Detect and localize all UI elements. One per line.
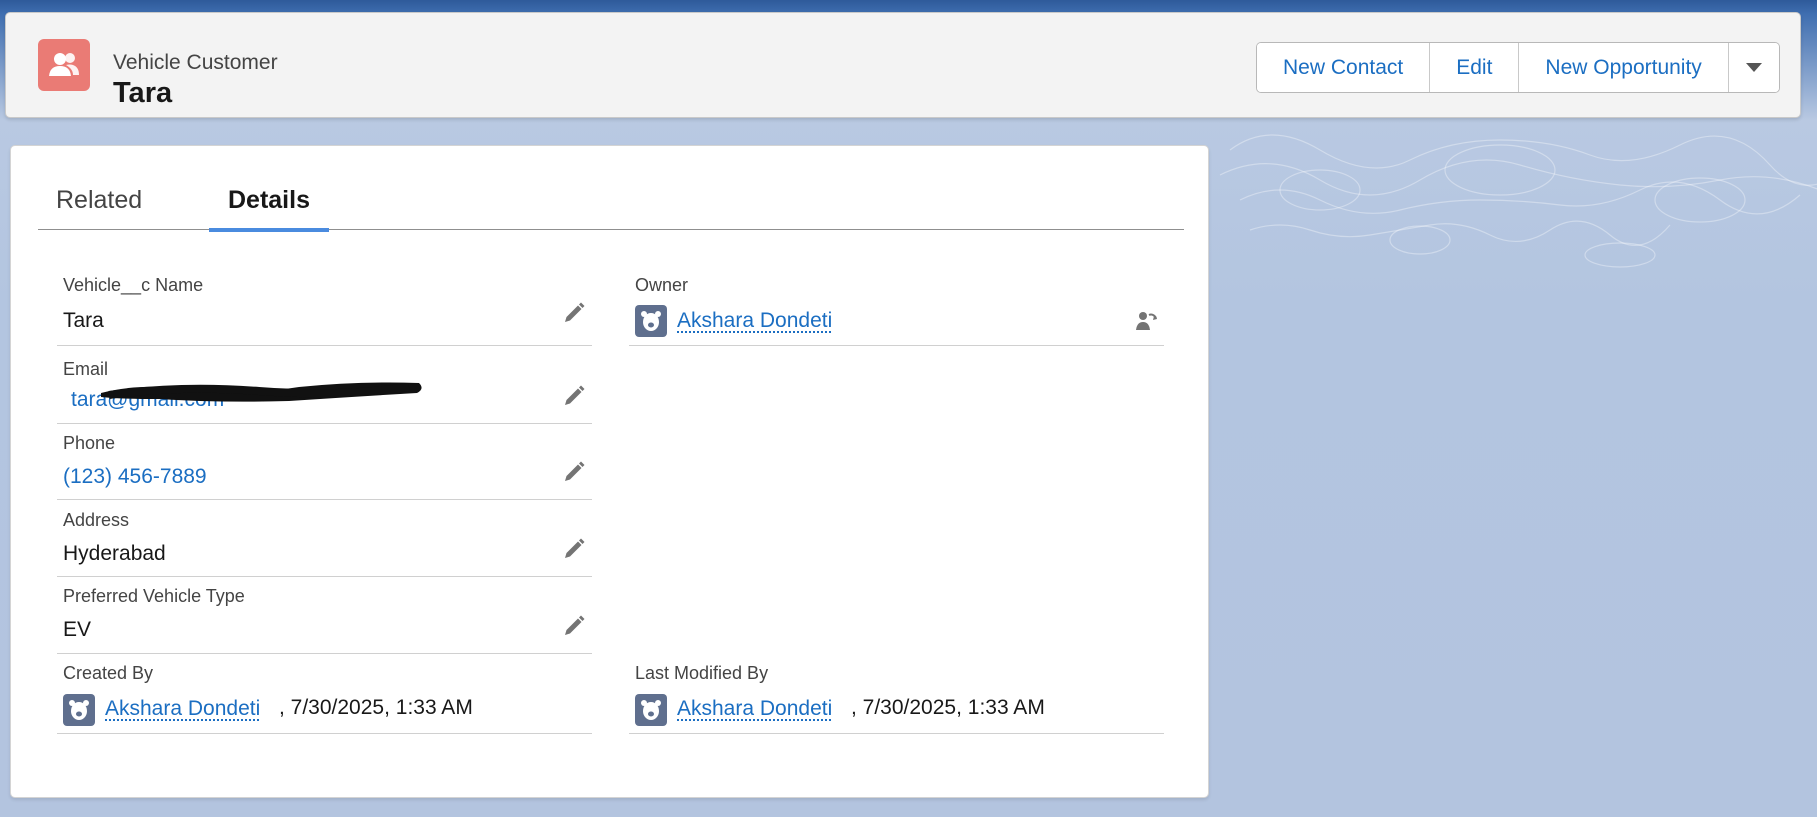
last-modified-by-link[interactable]: Akshara Dondeti xyxy=(677,697,832,721)
field-label: Created By xyxy=(63,663,154,683)
field-label: Owner xyxy=(635,275,689,295)
more-actions-button[interactable] xyxy=(1728,43,1779,92)
details-card: Related Details Vehicle__c Name Tara Own… xyxy=(10,145,1209,798)
tab-related[interactable]: Related xyxy=(56,182,142,230)
field-last-modified-by: Last Modified By Akshara Dondeti , 7/30/… xyxy=(629,654,1164,734)
user-avatar xyxy=(635,694,667,726)
field-value: Hyderabad xyxy=(63,542,166,565)
field-label: Last Modified By xyxy=(635,663,769,683)
action-button-group: New Contact Edit New Opportunity xyxy=(1256,42,1780,93)
phone-link[interactable]: (123) 456-7889 xyxy=(63,465,207,489)
record-title: Tara xyxy=(113,77,173,109)
bear-icon xyxy=(641,700,661,720)
record-header: Vehicle Customer Tara New Contact Edit N… xyxy=(5,12,1801,118)
field-label: Address xyxy=(63,510,130,530)
field-phone: Phone (123) 456-7889 xyxy=(57,424,592,500)
pencil-icon[interactable] xyxy=(562,384,586,408)
field-created-by: Created By Akshara Dondeti , 7/30/2025, … xyxy=(57,654,592,734)
field-label: Phone xyxy=(63,433,116,453)
field-vehicle-type: Preferred Vehicle Type EV xyxy=(57,577,592,654)
new-opportunity-button[interactable]: New Opportunity xyxy=(1519,43,1729,92)
chevron-down-icon xyxy=(1745,62,1762,72)
user-avatar xyxy=(635,305,667,337)
bear-icon xyxy=(69,700,89,720)
pencil-icon[interactable] xyxy=(562,537,586,561)
edit-button[interactable]: Edit xyxy=(1430,43,1520,92)
tab-bar: Related Details xyxy=(38,182,1184,232)
field-name: Vehicle__c Name Tara xyxy=(57,271,592,346)
created-by-link[interactable]: Akshara Dondeti xyxy=(105,697,260,721)
redaction-mark xyxy=(101,382,422,402)
object-label: Vehicle Customer xyxy=(113,51,278,74)
pencil-icon[interactable] xyxy=(562,614,586,638)
pencil-icon[interactable] xyxy=(562,460,586,484)
pencil-icon[interactable] xyxy=(562,301,586,325)
field-email: Email tara@gmail.com xyxy=(57,346,592,424)
field-value: EV xyxy=(63,618,92,641)
field-owner: Owner Akshara Dondeti xyxy=(629,271,1164,346)
owner-link[interactable]: Akshara Dondeti xyxy=(677,309,832,333)
tab-details[interactable]: Details xyxy=(209,182,329,232)
created-timestamp: , 7/30/2025, 1:33 AM xyxy=(279,696,473,719)
new-contact-button[interactable]: New Contact xyxy=(1257,43,1431,92)
field-label: Vehicle__c Name xyxy=(63,275,204,295)
user-avatar xyxy=(63,694,95,726)
field-label: Preferred Vehicle Type xyxy=(63,586,245,606)
change-owner-icon[interactable] xyxy=(1134,309,1158,333)
modified-timestamp: , 7/30/2025, 1:33 AM xyxy=(851,696,1045,719)
field-address: Address Hyderabad xyxy=(57,500,592,577)
field-value: Tara xyxy=(63,309,104,332)
bear-icon xyxy=(641,311,661,331)
contact-icon xyxy=(38,39,90,91)
